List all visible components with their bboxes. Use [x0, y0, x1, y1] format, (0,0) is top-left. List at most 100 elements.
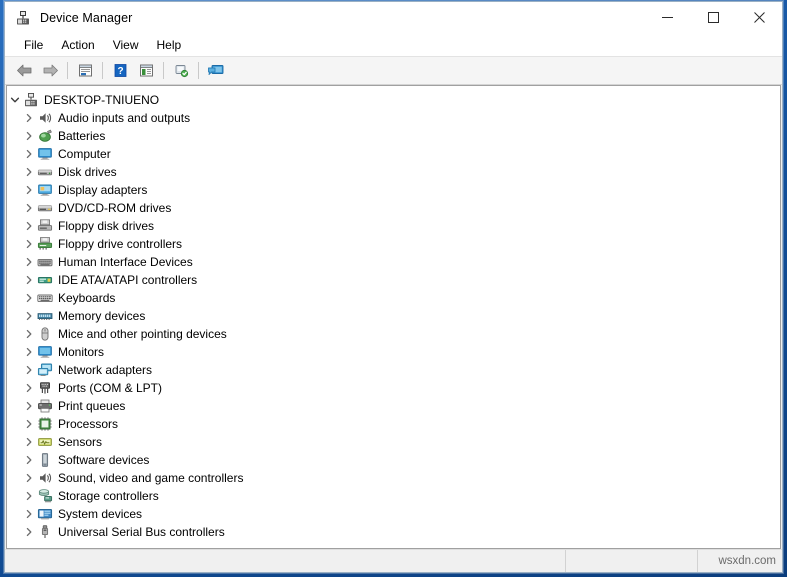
update-driver-button[interactable] [203, 59, 229, 82]
forward-button[interactable] [37, 59, 63, 82]
caption-buttons [644, 2, 782, 33]
tree-node[interactable]: Mice and other pointing devices [7, 325, 780, 343]
tree-node[interactable]: Floppy drive controllers [7, 235, 780, 253]
menu-action[interactable]: Action [52, 36, 103, 54]
tree-node[interactable]: Print queues [7, 397, 780, 415]
floppy-disk-icon [37, 218, 53, 234]
tree-node-label: Monitors [58, 345, 105, 359]
tree-node-label: Print queues [58, 399, 126, 413]
title-bar: Device Manager [5, 2, 782, 34]
sensor-icon [37, 434, 53, 450]
tree-node-label: Audio inputs and outputs [58, 111, 191, 125]
chevron-right-icon[interactable] [21, 253, 37, 271]
tree-node[interactable]: Monitors [7, 343, 780, 361]
keyboard-icon [37, 290, 53, 306]
tree-node[interactable]: Computer [7, 145, 780, 163]
tree-node[interactable]: Ports (COM & LPT) [7, 379, 780, 397]
chevron-right-icon[interactable] [21, 397, 37, 415]
status-bar: wsxdn.com [5, 549, 782, 572]
storage-controller-icon [37, 488, 53, 504]
toolbar-separator-1 [67, 62, 68, 79]
device-tree-panel[interactable]: DESKTOP-TNIUENO Audio inputs and outputs… [6, 85, 781, 549]
menu-help[interactable]: Help [148, 36, 191, 54]
properties-button[interactable] [72, 59, 98, 82]
tree-node-label: Display adapters [58, 183, 148, 197]
computer-root-icon [23, 92, 39, 108]
tree-node-label: Software devices [58, 453, 150, 467]
tree-node-label: Storage controllers [58, 489, 159, 503]
tree-node[interactable]: Floppy disk drives [7, 217, 780, 235]
software-device-icon [37, 452, 53, 468]
menu-file[interactable]: File [15, 36, 52, 54]
display-adapter-icon [37, 182, 53, 198]
chevron-right-icon[interactable] [21, 235, 37, 253]
tree-node[interactable]: Audio inputs and outputs [7, 109, 780, 127]
chevron-right-icon[interactable] [21, 487, 37, 505]
memory-icon [37, 308, 53, 324]
tree-node[interactable]: Disk drives [7, 163, 780, 181]
chevron-right-icon[interactable] [21, 433, 37, 451]
chevron-down-icon[interactable] [7, 91, 23, 109]
tree-root-node[interactable]: DESKTOP-TNIUENO [7, 91, 780, 109]
device-tree: DESKTOP-TNIUENO Audio inputs and outputs… [7, 86, 780, 541]
tree-node[interactable]: Software devices [7, 451, 780, 469]
chevron-right-icon[interactable] [21, 127, 37, 145]
chevron-right-icon[interactable] [21, 271, 37, 289]
tree-node[interactable]: Batteries [7, 127, 780, 145]
console-tree-button[interactable] [133, 59, 159, 82]
tree-node[interactable]: System devices [7, 505, 780, 523]
system-device-icon [37, 506, 53, 522]
tree-node-label: Keyboards [58, 291, 116, 305]
help-button[interactable]: ? [107, 59, 133, 82]
chevron-right-icon[interactable] [21, 505, 37, 523]
chevron-right-icon[interactable] [21, 415, 37, 433]
tree-node[interactable]: IDE ATA/ATAPI controllers [7, 271, 780, 289]
status-pane-message [5, 550, 566, 572]
tree-node-label: DVD/CD-ROM drives [58, 201, 172, 215]
chevron-right-icon[interactable] [21, 523, 37, 541]
tree-node-label: Batteries [58, 129, 106, 143]
chevron-right-icon[interactable] [21, 145, 37, 163]
chevron-right-icon[interactable] [21, 199, 37, 217]
chevron-right-icon[interactable] [21, 289, 37, 307]
chevron-right-icon[interactable] [21, 307, 37, 325]
menu-view[interactable]: View [104, 36, 148, 54]
maximize-button[interactable] [690, 2, 736, 33]
tree-node[interactable]: Sensors [7, 433, 780, 451]
chevron-right-icon[interactable] [21, 325, 37, 343]
tree-node[interactable]: Universal Serial Bus controllers [7, 523, 780, 541]
speaker-icon [37, 470, 53, 486]
device-manager-window: Device Manager File Action View Help ? D… [4, 1, 783, 573]
tree-node-label: Floppy disk drives [58, 219, 155, 233]
close-button[interactable] [736, 2, 782, 33]
chevron-right-icon[interactable] [21, 217, 37, 235]
minimize-button[interactable] [644, 2, 690, 33]
scan-hardware-changes-button[interactable] [168, 59, 194, 82]
floppy-controller-icon [37, 236, 53, 252]
battery-icon [37, 128, 53, 144]
chevron-right-icon[interactable] [21, 109, 37, 127]
chevron-right-icon[interactable] [21, 379, 37, 397]
chevron-right-icon[interactable] [21, 181, 37, 199]
tree-node[interactable]: DVD/CD-ROM drives [7, 199, 780, 217]
tree-node[interactable]: Sound, video and game controllers [7, 469, 780, 487]
tree-node[interactable]: Network adapters [7, 361, 780, 379]
tree-node[interactable]: Display adapters [7, 181, 780, 199]
hid-icon [37, 254, 53, 270]
port-icon [37, 380, 53, 396]
mouse-icon [37, 326, 53, 342]
chevron-right-icon[interactable] [21, 469, 37, 487]
tree-node[interactable]: Memory devices [7, 307, 780, 325]
tree-node[interactable]: Human Interface Devices [7, 253, 780, 271]
chevron-right-icon[interactable] [21, 451, 37, 469]
tree-node-label: Memory devices [58, 309, 146, 323]
tree-node[interactable]: Processors [7, 415, 780, 433]
back-button[interactable] [11, 59, 37, 82]
chevron-right-icon[interactable] [21, 163, 37, 181]
watermark-label: wsxdn.com [718, 555, 776, 567]
tree-node[interactable]: Keyboards [7, 289, 780, 307]
chevron-right-icon[interactable] [21, 343, 37, 361]
tree-node-label: Sound, video and game controllers [58, 471, 244, 485]
tree-node[interactable]: Storage controllers [7, 487, 780, 505]
chevron-right-icon[interactable] [21, 361, 37, 379]
